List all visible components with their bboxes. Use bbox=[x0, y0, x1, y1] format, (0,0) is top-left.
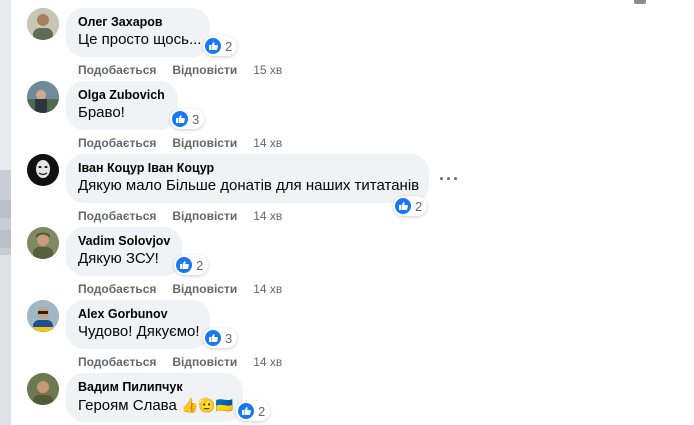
reply-link[interactable]: Відповісти bbox=[172, 209, 237, 223]
comment-bubble: Іван Коцур Іван Коцур Дякую мало Більше … bbox=[66, 154, 429, 203]
comment-author[interactable]: Вадим Пилипчук bbox=[78, 379, 231, 395]
avatar[interactable] bbox=[27, 300, 59, 332]
comment-actions: Подобається Відповісти 14 хв bbox=[78, 282, 282, 296]
timestamp[interactable]: 14 хв bbox=[253, 209, 282, 223]
comment-author[interactable]: Іван Коцур Іван Коцур bbox=[78, 160, 417, 176]
like-thumbs-up-icon bbox=[176, 257, 192, 273]
timestamp[interactable]: 14 хв bbox=[253, 355, 282, 369]
comment-text-main: Героям Слава bbox=[78, 397, 177, 414]
background-fragment bbox=[0, 200, 11, 218]
like-thumbs-up-icon bbox=[172, 111, 188, 127]
emoji-group: 👍🫡🇺🇦 bbox=[181, 397, 234, 413]
like-link[interactable]: Подобається bbox=[78, 282, 156, 296]
like-link[interactable]: Подобається bbox=[78, 355, 156, 369]
cut-icon bbox=[634, 0, 646, 4]
reply-link[interactable]: Відповісти bbox=[172, 355, 237, 369]
comment-bubble: Olga Zubovich Браво! bbox=[66, 81, 178, 130]
reaction-count: 2 bbox=[196, 257, 204, 273]
comment-text: Героям Слава 👍🫡🇺🇦 bbox=[78, 395, 234, 416]
like-thumbs-up-icon bbox=[205, 330, 221, 346]
reaction-summary[interactable]: 2 bbox=[203, 36, 238, 56]
background-fragment bbox=[0, 230, 11, 248]
comment-text: Браво! bbox=[78, 104, 125, 121]
comment-actions: Подобається Відповісти 14 хв bbox=[78, 355, 282, 369]
reaction-count: 3 bbox=[225, 330, 233, 346]
timestamp[interactable]: 14 хв bbox=[253, 136, 282, 150]
comment-actions: Подобається Відповісти 14 хв bbox=[78, 136, 282, 150]
reaction-count: 2 bbox=[225, 38, 233, 54]
avatar[interactable] bbox=[27, 154, 59, 186]
reaction-summary[interactable]: 2 bbox=[393, 196, 428, 216]
reaction-summary[interactable]: 3 bbox=[170, 109, 205, 129]
comment-bubble: Олег Захаров Це просто щось... bbox=[66, 8, 210, 57]
previous-content-cut bbox=[10, 0, 694, 5]
avatar[interactable] bbox=[27, 227, 59, 259]
comment-actions: Подобається Відповісти 15 хв bbox=[78, 63, 282, 77]
reaction-summary[interactable]: 2 bbox=[236, 401, 271, 421]
background-page-edge bbox=[0, 0, 11, 425]
avatar[interactable] bbox=[27, 8, 59, 40]
like-link[interactable]: Подобається bbox=[78, 209, 156, 223]
more-horizontal-icon[interactable]: ··· bbox=[439, 170, 460, 188]
comment-author[interactable]: Vadim Solovjov bbox=[78, 233, 170, 249]
comment-bubble: Vadim Solovjov Дякую ЗСУ! bbox=[66, 227, 182, 276]
comment-bubble: Alex Gorbunov Чудово! Дякуємо! bbox=[66, 300, 210, 349]
comment-text: Дякую мало Більше донатів для наших тита… bbox=[78, 177, 420, 194]
reaction-count: 2 bbox=[258, 403, 266, 419]
like-thumbs-up-icon bbox=[205, 38, 221, 54]
comment-bubble: Вадим Пилипчук Героям Слава 👍🫡🇺🇦 bbox=[66, 373, 243, 422]
reply-link[interactable]: Відповісти bbox=[172, 282, 237, 296]
reaction-summary[interactable]: 2 bbox=[174, 255, 209, 275]
reply-link[interactable]: Відповісти bbox=[172, 63, 237, 77]
comment-author[interactable]: Alex Gorbunov bbox=[78, 306, 198, 322]
avatar[interactable] bbox=[27, 81, 59, 113]
comment-author[interactable]: Olga Zubovich bbox=[78, 87, 166, 103]
like-link[interactable]: Подобається bbox=[78, 63, 156, 77]
like-thumbs-up-icon bbox=[238, 403, 254, 419]
reaction-count: 2 bbox=[415, 198, 423, 214]
like-link[interactable]: Подобається bbox=[78, 136, 156, 150]
comment-author[interactable]: Олег Захаров bbox=[78, 14, 198, 30]
comment-text: Це просто щось... bbox=[78, 31, 202, 48]
comment-text: Дякую ЗСУ! bbox=[78, 250, 159, 267]
comment-text: Чудово! Дякуємо! bbox=[78, 323, 200, 340]
reply-link[interactable]: Відповісти bbox=[172, 136, 237, 150]
comment-actions: Подобається Відповісти 14 хв bbox=[78, 209, 282, 223]
avatar[interactable] bbox=[27, 373, 59, 405]
reaction-summary[interactable]: 3 bbox=[203, 328, 238, 348]
reaction-count: 3 bbox=[192, 111, 200, 127]
timestamp[interactable]: 14 хв bbox=[253, 282, 282, 296]
timestamp[interactable]: 15 хв bbox=[253, 63, 282, 77]
like-thumbs-up-icon bbox=[395, 198, 411, 214]
